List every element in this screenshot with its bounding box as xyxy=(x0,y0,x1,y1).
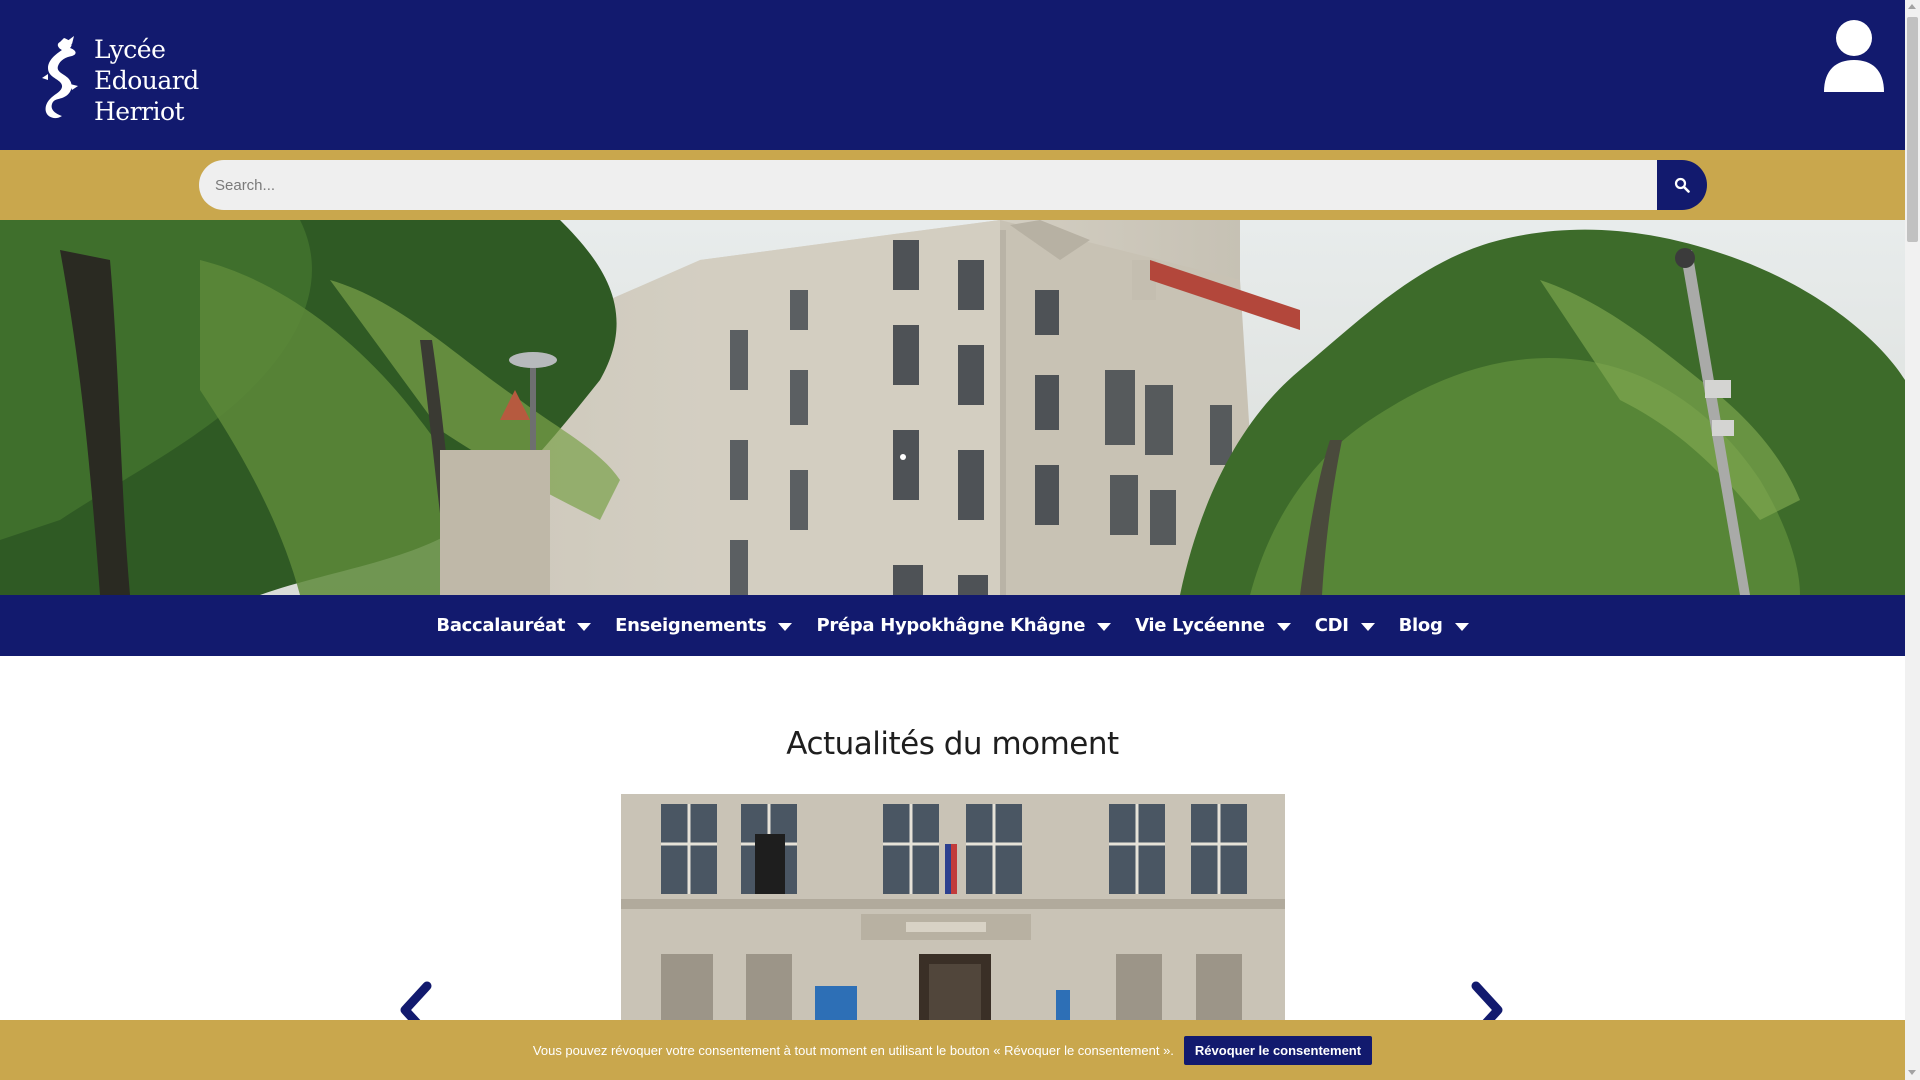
cookie-message: Vous pouvez révoquer votre consentement … xyxy=(532,1042,1174,1058)
news-carousel-image[interactable] xyxy=(621,794,1285,1020)
school-building-photo xyxy=(0,220,1905,595)
logo-line: Lycée xyxy=(94,35,166,64)
nav-item-cdi[interactable]: CDI xyxy=(1315,615,1375,636)
search-bar xyxy=(0,150,1905,220)
scrollbar-thumb[interactable] xyxy=(1907,17,1918,242)
school-logo[interactable]: Lycée Edouard Herriot xyxy=(40,34,199,127)
nav-item-blog[interactable]: Blog xyxy=(1399,615,1469,636)
search-input[interactable] xyxy=(199,160,1657,210)
nav-item-enseignements[interactable]: Enseignements xyxy=(615,615,793,636)
site-header: Lycée Edouard Herriot xyxy=(0,0,1905,150)
page-scrollbar[interactable] xyxy=(1905,0,1920,1080)
nav-item-label: CDI xyxy=(1314,615,1349,636)
news-section-title: Actualités du moment xyxy=(786,726,1119,762)
nav-item-label: Prépa Hypokhâgne Khâgne xyxy=(816,615,1086,636)
search-icon xyxy=(1674,177,1690,193)
main-navigation: Baccalauréat Enseignements Prépa Hypokhâ… xyxy=(0,595,1905,656)
scroll-up-icon[interactable] xyxy=(1908,4,1916,9)
user-icon[interactable] xyxy=(1822,18,1886,92)
dragon-logo-icon xyxy=(42,36,78,119)
caret-down-icon xyxy=(1454,622,1469,631)
caret-down-icon xyxy=(1276,622,1291,631)
logo-line: Herriot xyxy=(94,97,185,126)
scroll-down-icon[interactable] xyxy=(1908,1070,1916,1075)
caret-down-icon xyxy=(1360,622,1375,631)
nav-item-prepa[interactable]: Prépa Hypokhâgne Khâgne xyxy=(816,615,1112,636)
logo-line: Edouard xyxy=(94,66,199,95)
revoke-consent-button[interactable]: Révoquer le consentement xyxy=(1183,1035,1373,1065)
logo-text: Lycée Edouard Herriot xyxy=(94,34,199,127)
cookie-consent-bar: Vous pouvez révoquer votre consentement … xyxy=(0,1020,1905,1080)
caret-down-icon xyxy=(577,622,592,631)
nav-item-label: Baccalauréat xyxy=(436,615,566,636)
search-form xyxy=(199,160,1707,210)
caret-down-icon xyxy=(778,622,793,631)
hero-banner xyxy=(0,220,1905,595)
nav-item-vie-lyceenne[interactable]: Vie Lycéenne xyxy=(1135,615,1291,636)
caret-down-icon xyxy=(1097,622,1112,631)
nav-item-label: Enseignements xyxy=(615,615,767,636)
nav-item-label: Blog xyxy=(1398,615,1443,636)
search-button[interactable] xyxy=(1657,160,1707,210)
nav-item-label: Vie Lycéenne xyxy=(1135,615,1265,636)
school-entrance-photo xyxy=(621,794,1285,1020)
nav-item-baccalaureat[interactable]: Baccalauréat xyxy=(436,615,592,636)
